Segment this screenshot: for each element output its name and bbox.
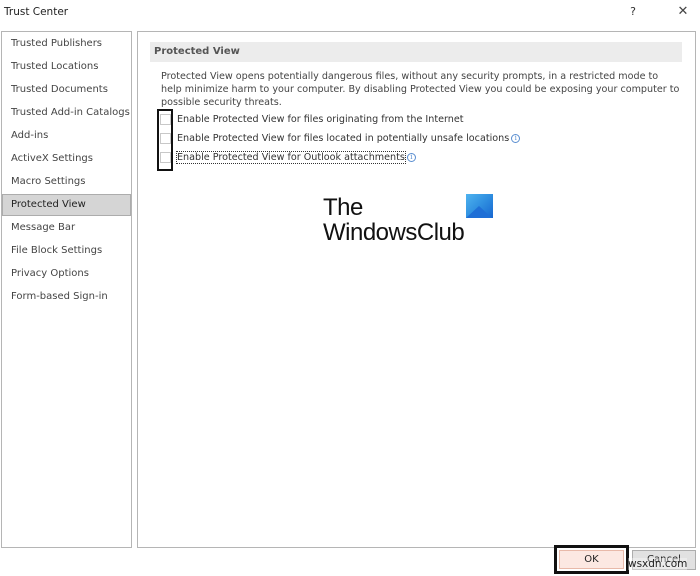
sidebar-item-trusted-locations[interactable]: Trusted Locations	[2, 56, 131, 78]
watermark-line2: WindowsClub	[323, 219, 465, 246]
sidebar-item-add-ins[interactable]: Add-ins	[2, 125, 131, 147]
close-button[interactable]: ✕	[673, 3, 693, 21]
section-description: Protected View opens potentially dangero…	[161, 71, 680, 108]
sidebar-item-trusted-publishers[interactable]: Trusted Publishers	[2, 33, 131, 55]
checkbox-unsafe-locations[interactable]	[160, 132, 171, 144]
checkbox-internet-files[interactable]	[160, 113, 171, 125]
sidebar-item-activex-settings[interactable]: ActiveX Settings	[2, 148, 131, 170]
watermark-line1: The	[323, 194, 363, 221]
option-label[interactable]: Enable Protected View for files located …	[177, 133, 509, 144]
sidebar-item-form-based-sign-in[interactable]: Form-based Sign-in	[2, 286, 131, 308]
window-title: Trust Center	[4, 6, 69, 18]
sidebar-item-trusted-documents[interactable]: Trusted Documents	[2, 79, 131, 101]
option-internet-files[interactable]: Enable Protected View for files originat…	[160, 110, 464, 128]
ok-button[interactable]: OK	[559, 550, 624, 569]
sidebar-item-trusted-add-in-catalogs[interactable]: Trusted Add-in Catalogs	[2, 102, 131, 124]
info-icon[interactable]: i	[406, 152, 416, 162]
sidebar-nav: Trusted Publishers Trusted Locations Tru…	[1, 31, 132, 548]
section-title: Protected View	[150, 42, 682, 62]
sidebar-item-privacy-options[interactable]: Privacy Options	[2, 263, 131, 285]
sidebar-item-macro-settings[interactable]: Macro Settings	[2, 171, 131, 193]
windows-logo-icon	[466, 194, 493, 218]
option-label[interactable]: Enable Protected View for Outlook attach…	[176, 150, 406, 164]
ok-highlight-annotation: OK	[554, 545, 629, 574]
help-button[interactable]: ?	[623, 3, 643, 21]
sidebar-item-message-bar[interactable]: Message Bar	[2, 217, 131, 239]
title-bar: Trust Center ? ✕	[0, 0, 700, 26]
option-unsafe-locations[interactable]: Enable Protected View for files located …	[160, 129, 521, 147]
settings-panel: Protected View Protected View opens pote…	[137, 31, 696, 548]
option-label[interactable]: Enable Protected View for files originat…	[177, 114, 464, 125]
sidebar-item-protected-view[interactable]: Protected View	[2, 194, 131, 216]
sidebar-item-file-block-settings[interactable]: File Block Settings	[2, 240, 131, 262]
info-icon[interactable]: i	[511, 133, 521, 143]
cancel-button[interactable]: Cancel	[632, 550, 696, 570]
checkbox-outlook-attachments[interactable]	[160, 151, 171, 163]
option-outlook-attachments[interactable]: Enable Protected View for Outlook attach…	[160, 148, 416, 166]
